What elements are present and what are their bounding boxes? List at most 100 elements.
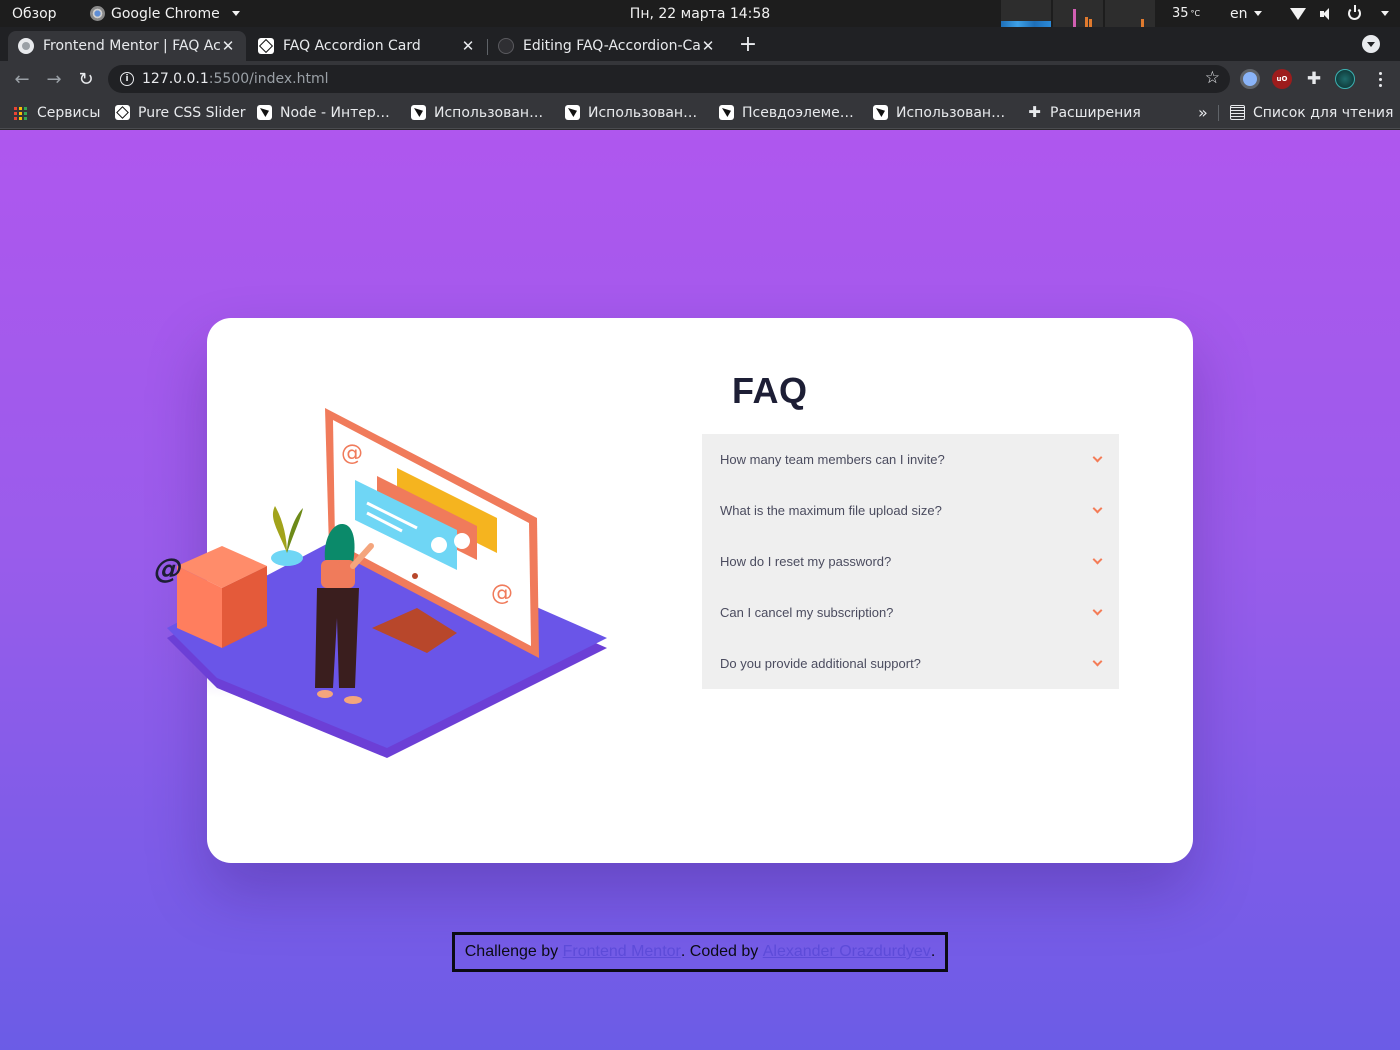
bookmark-label: Сервисы — [37, 104, 101, 121]
woman-foot — [344, 696, 362, 704]
faq-question: How do I reset my password? — [720, 554, 892, 569]
faq-question: Do you provide additional support? — [720, 656, 921, 671]
bookmark-label: Псевдоэлеме… — [742, 104, 854, 121]
attribution-suffix: . — [930, 943, 936, 960]
back-button[interactable]: ← — [10, 67, 34, 91]
tab-title: Editing FAQ-Accordion-Ca — [523, 38, 700, 54]
extensions-puzzle-icon[interactable]: ✚ — [1304, 69, 1324, 89]
bookmark-icon — [873, 105, 888, 120]
chevron-down-icon — [1253, 11, 1262, 16]
bookmarks-bar: Сервисы Pure CSS Slider Node - Интер… Ис… — [0, 97, 1400, 129]
faq-question: What is the maximum file upload size? — [720, 503, 942, 518]
plant-pot — [271, 550, 303, 566]
faq-item[interactable]: What is the maximum file upload size? — [702, 485, 1119, 536]
close-icon[interactable]: ✕ — [220, 37, 236, 55]
attribution-middle: . Coded by — [680, 943, 759, 960]
bookmark-extensions[interactable]: ✚ Расширения — [1027, 97, 1141, 128]
attribution: Challenge by Frontend Mentor. Coded by A… — [452, 932, 948, 972]
ublock-icon[interactable]: uO — [1272, 69, 1292, 89]
tab-title: FAQ Accordion Card — [283, 38, 421, 54]
bookmark-star-icon[interactable]: ☆ — [1205, 68, 1220, 88]
url-host: 127.0.0.1 — [142, 71, 209, 87]
activities-button[interactable]: Обзор — [12, 0, 57, 27]
browser-toolbar: ← → ↻ i 127.0.0.1:5500/index.html ☆ uO ✚ — [0, 61, 1400, 97]
chevron-down-icon — [1092, 605, 1103, 616]
bookmark-item[interactable]: Использован… — [873, 97, 1005, 128]
chevron-down-icon — [1092, 554, 1103, 565]
bookmarks-divider — [1218, 105, 1219, 121]
frontend-mentor-icon — [258, 38, 274, 54]
bookmark-item[interactable]: Псевдоэлеме… — [719, 97, 854, 128]
tab-strip: Frontend Mentor | FAQ Ac ✕ FAQ Accordion… — [0, 27, 1400, 61]
chat-dot — [454, 533, 470, 549]
system-tray[interactable] — [1290, 0, 1389, 27]
attribution-prefix: Challenge by — [464, 943, 559, 960]
tab-faq-accordion[interactable]: FAQ Accordion Card ✕ — [248, 31, 486, 61]
tab-title: Frontend Mentor | FAQ Ac — [43, 38, 220, 54]
more-menu-icon[interactable] — [1370, 69, 1390, 89]
apps-grid-icon — [14, 105, 29, 120]
reading-list-label: Список для чтения — [1253, 104, 1394, 121]
woman-at-computer-illustration: @ @ @ — [137, 408, 607, 758]
clock[interactable]: Пн, 22 марта 14:58 — [630, 6, 770, 22]
puzzle-icon: ✚ — [1028, 103, 1041, 121]
monitor-button — [412, 573, 418, 579]
faq-accordion: How many team members can I invite? What… — [702, 434, 1119, 689]
faq-item[interactable]: Do you provide additional support? — [702, 638, 1119, 689]
author-link[interactable]: Alexander Orazdurdyev — [763, 943, 931, 961]
power-icon — [1348, 5, 1361, 20]
language-switcher[interactable]: en — [1230, 0, 1262, 27]
faq-card: @ @ @ FAQ How many team members can I in… — [137, 318, 1193, 863]
close-icon[interactable]: ✕ — [460, 37, 476, 55]
new-tab-button[interactable]: + — [738, 30, 758, 58]
tab-github-editing[interactable]: Editing FAQ-Accordion-Ca ✕ — [488, 31, 726, 61]
faq-item[interactable]: How many team members can I invite? — [702, 434, 1119, 485]
volume-icon — [1320, 7, 1334, 20]
app-menu-label: Google Chrome — [111, 5, 220, 22]
faq-question: How many team members can I invite? — [720, 452, 945, 467]
faq-item[interactable]: How do I reset my password? — [702, 536, 1119, 587]
profile-avatar[interactable] — [1335, 69, 1355, 89]
chevron-down-icon — [231, 11, 240, 16]
at-sign-icon: @ — [491, 581, 513, 606]
bookmark-apps[interactable]: Сервисы — [14, 97, 100, 128]
tab-frontend-mentor[interactable]: Frontend Mentor | FAQ Ac ✕ — [8, 31, 246, 61]
extension-icon[interactable] — [1240, 69, 1260, 89]
bookmark-item[interactable]: Использован… — [565, 97, 697, 128]
chevron-down-icon — [1092, 452, 1103, 463]
system-monitor[interactable] — [1001, 0, 1155, 27]
forward-button[interactable]: → — [42, 67, 66, 91]
temperature-value: 35 — [1172, 6, 1189, 21]
close-icon[interactable]: ✕ — [700, 37, 716, 55]
reading-list-icon — [1230, 105, 1245, 120]
plant-leaf — [272, 506, 287, 553]
faq-item[interactable]: Can I cancel my subscription? — [702, 587, 1119, 638]
bookmark-label: Использован… — [434, 104, 544, 121]
bookmark-icon — [257, 105, 272, 120]
info-icon[interactable]: i — [120, 72, 134, 86]
tab-search-button[interactable] — [1362, 35, 1380, 53]
frontend-mentor-icon — [115, 105, 130, 120]
temperature-indicator[interactable]: 35 °C — [1172, 0, 1200, 27]
bookmark-icon — [719, 105, 734, 120]
bookmark-item[interactable]: Node - Интер… — [257, 97, 390, 128]
chat-dot — [431, 537, 447, 553]
bookmark-label: Использован… — [896, 104, 1006, 121]
bookmark-label: Pure CSS Slider — [138, 104, 246, 121]
language-label: en — [1230, 5, 1248, 22]
app-menu[interactable]: Google Chrome — [90, 0, 240, 27]
temperature-unit: °C — [1190, 9, 1201, 18]
wifi-icon — [1290, 7, 1306, 20]
faq-title: FAQ — [732, 370, 808, 411]
reload-button[interactable]: ↻ — [74, 67, 98, 91]
frontend-mentor-link[interactable]: Frontend Mentor — [563, 943, 681, 961]
chevron-down-icon — [1092, 656, 1103, 667]
bookmarks-overflow-button[interactable]: » — [1198, 97, 1208, 128]
chrome-icon — [90, 6, 105, 21]
reading-list-button[interactable]: Список для чтения — [1230, 97, 1393, 128]
address-bar[interactable]: i 127.0.0.1:5500/index.html ☆ — [108, 65, 1230, 93]
github-icon — [498, 38, 514, 54]
woman-foot — [317, 690, 333, 698]
bookmark-item[interactable]: Pure CSS Slider — [115, 97, 246, 128]
bookmark-item[interactable]: Использован… — [411, 97, 543, 128]
